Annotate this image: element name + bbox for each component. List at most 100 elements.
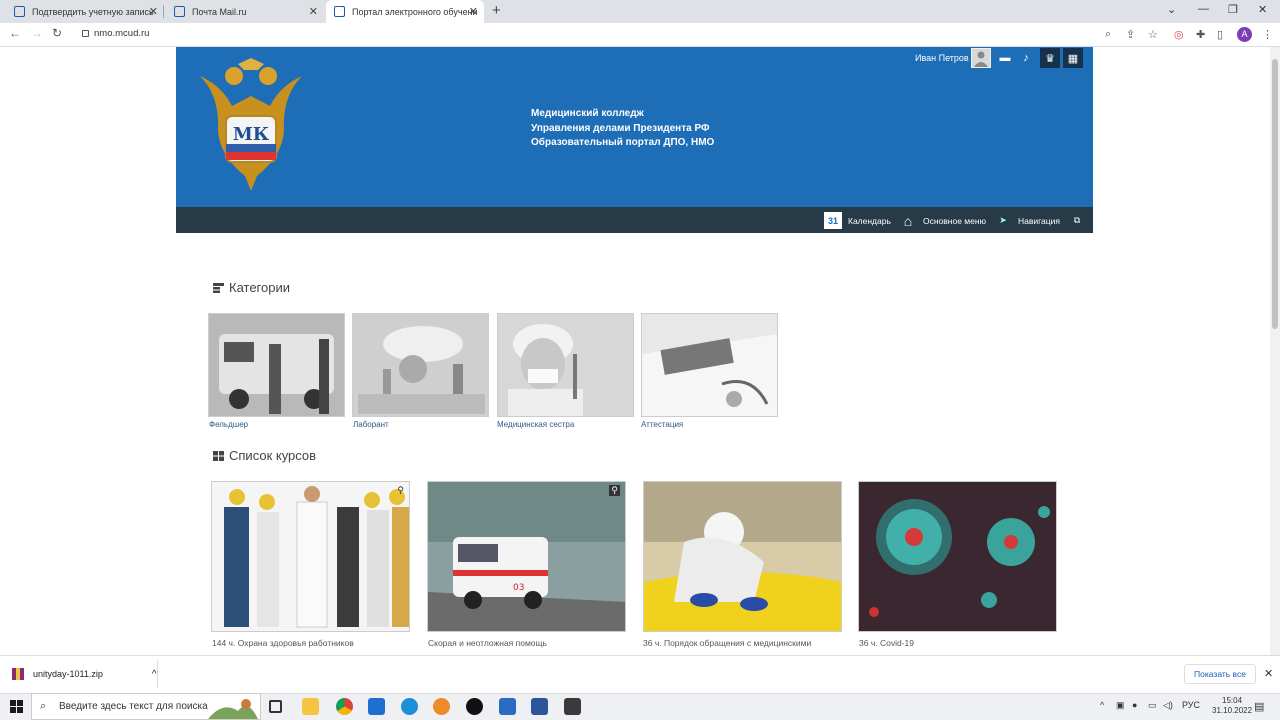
paramedic-photo [209,314,344,416]
file-explorer-icon[interactable] [302,698,319,715]
trophy-icon[interactable]: ♛ [1040,48,1060,68]
battery-icon[interactable]: ▭ [1148,700,1157,711]
category-label[interactable]: Лаборант [353,420,389,429]
reload-icon[interactable]: ↻ [52,26,62,40]
course-info-icon[interactable]: ⚲ [397,485,404,496]
minimize-icon[interactable]: — [1198,3,1209,15]
clock-date: 31.10.2022 [1212,706,1253,715]
user-name-link[interactable]: Иван Петров [915,53,969,63]
tray-app-icon[interactable]: ▣ [1116,700,1125,711]
edge-icon[interactable] [401,698,418,715]
category-label[interactable]: Фельдшер [209,420,248,429]
back-icon[interactable]: ← [9,26,21,40]
windows-start-icon[interactable] [10,700,23,713]
task-view-icon[interactable] [269,700,282,713]
course-title[interactable]: 144 ч. Охрана здоровья работников [212,638,354,648]
show-all-downloads-button[interactable]: Показать все [1184,664,1256,684]
chrome-icon[interactable] [336,698,353,715]
bookmark-star-icon[interactable]: ☆ [1148,28,1158,41]
restore-icon[interactable]: ❐ [1228,3,1238,16]
notifications-bell-icon[interactable]: ♪ [1016,48,1036,68]
messages-icon[interactable]: ▬ [995,48,1015,68]
close-tab-icon[interactable]: ✕ [309,5,318,18]
mail-icon[interactable] [368,698,385,715]
word-icon[interactable] [531,698,548,715]
main-menu-link[interactable]: ⌂ Основное меню [899,212,986,229]
course-card-workers-health[interactable]: ⚲ [211,481,410,632]
tab-separator [163,5,164,18]
language-switch[interactable]: ⧉ [1068,212,1086,229]
taskbar-search-box[interactable]: ⌕ Введите здесь текст для поиска [31,693,261,720]
language-indicator[interactable]: РУС [1182,700,1200,710]
course-card-medical-waste[interactable] [643,481,842,632]
tab-portal[interactable]: Портал электронного обучени ✕ [326,0,484,23]
clock[interactable]: 15:04 31.10.2022 [1212,696,1252,716]
chevron-up-icon[interactable]: ^ [152,669,157,680]
remote-desktop-icon[interactable] [499,698,516,715]
scrollbar-thumb[interactable] [1272,59,1278,329]
calendar-label: Календарь [848,215,891,226]
extension-icon[interactable]: ◎ [1174,28,1184,41]
category-label[interactable]: Аттестация [641,420,683,429]
ambulance-photo: 03 [428,482,625,631]
virus-photo [859,482,1056,631]
search-placeholder: Введите здесь текст для поиска [59,701,208,712]
new-tab-icon[interactable]: + [492,2,501,19]
close-window-icon[interactable]: ✕ [1258,3,1267,16]
courses-heading: Список курсов [213,448,316,463]
category-image-attestation[interactable] [641,313,778,417]
forward-icon[interactable]: → [31,26,43,40]
tab-title: Портал электронного обучени [352,6,478,17]
share-icon[interactable]: ⇪ [1126,28,1135,41]
site-favicon-icon [14,6,25,17]
url-field[interactable]: nmo.mcud.ru [80,28,149,39]
microphone-icon[interactable]: ● [1132,700,1137,710]
course-title[interactable]: 36 ч. Порядок обращения с медицинскими [643,638,811,648]
tab-search-icon[interactable]: ⌄ [1167,3,1176,16]
close-downloads-icon[interactable]: ✕ [1264,667,1273,680]
tab-confirm-account[interactable]: Подтвердить учетную запись ✕ [6,0,164,23]
tab-title: Подтвердить учетную запись [32,6,154,17]
extensions-puzzle-icon[interactable]: ✚ [1196,28,1205,41]
navigation-link[interactable]: ➤ Навигация [994,212,1060,229]
course-card-covid[interactable] [858,481,1057,632]
course-title[interactable]: 36 ч. Covid-19 [859,638,914,648]
app-window-icon[interactable] [564,698,581,715]
site-title: Медицинский колледж Управления делами Пр… [531,107,714,151]
category-label[interactable]: Медицинская сестра [497,420,574,429]
translate-icon: ⧉ [1073,215,1081,225]
site-title-line: Образовательный портал ДПО, НМО [531,137,715,148]
category-image-lab-assistant[interactable] [352,313,489,417]
course-title[interactable]: Скорая и неотложная помощь [428,638,547,648]
tab-mail[interactable]: Почта Mail.ru ✕ [166,0,324,23]
app-icon[interactable] [433,698,450,715]
close-tab-icon[interactable]: ✕ [149,5,158,18]
user-avatar[interactable] [971,48,991,68]
notification-center-icon[interactable]: ▤ [1254,700,1264,713]
nurse-photo [498,314,633,416]
site-title-line: Управления делами Президента РФ [531,122,710,134]
course-info-icon[interactable]: ⚲ [609,485,620,496]
college-crest-logo[interactable]: МК [190,56,312,194]
site-title-line: Медицинский колледж [531,108,644,119]
page-scrollbar[interactable] [1270,47,1280,655]
browser-menu-icon[interactable]: ⋮ [1262,28,1273,41]
category-image-paramedic[interactable] [208,313,345,417]
app-dark-icon[interactable] [466,698,483,715]
laptop-photo [642,314,777,416]
home-icon: ⌂ [903,212,913,229]
side-panel-icon[interactable]: ▯ [1217,28,1223,41]
calendar-link[interactable]: 31 Календарь [824,212,891,229]
category-image-nurse[interactable] [497,313,634,417]
zoom-icon[interactable]: ⌕ [1105,28,1111,41]
download-item[interactable]: unityday-1011.zip ^ [12,668,157,680]
hazmat-photo [644,482,841,631]
course-card-emergency[interactable]: 03 ⚲ [427,481,626,632]
download-file-name: unityday-1011.zip [33,669,103,679]
tray-chevron-icon[interactable]: ^ [1100,700,1104,710]
downloads-divider [157,660,158,688]
profile-avatar[interactable]: A [1237,27,1252,42]
close-tab-icon[interactable]: ✕ [469,5,478,18]
apps-grid-icon[interactable]: ▦ [1063,48,1083,68]
volume-icon[interactable]: ◁) [1163,700,1173,711]
